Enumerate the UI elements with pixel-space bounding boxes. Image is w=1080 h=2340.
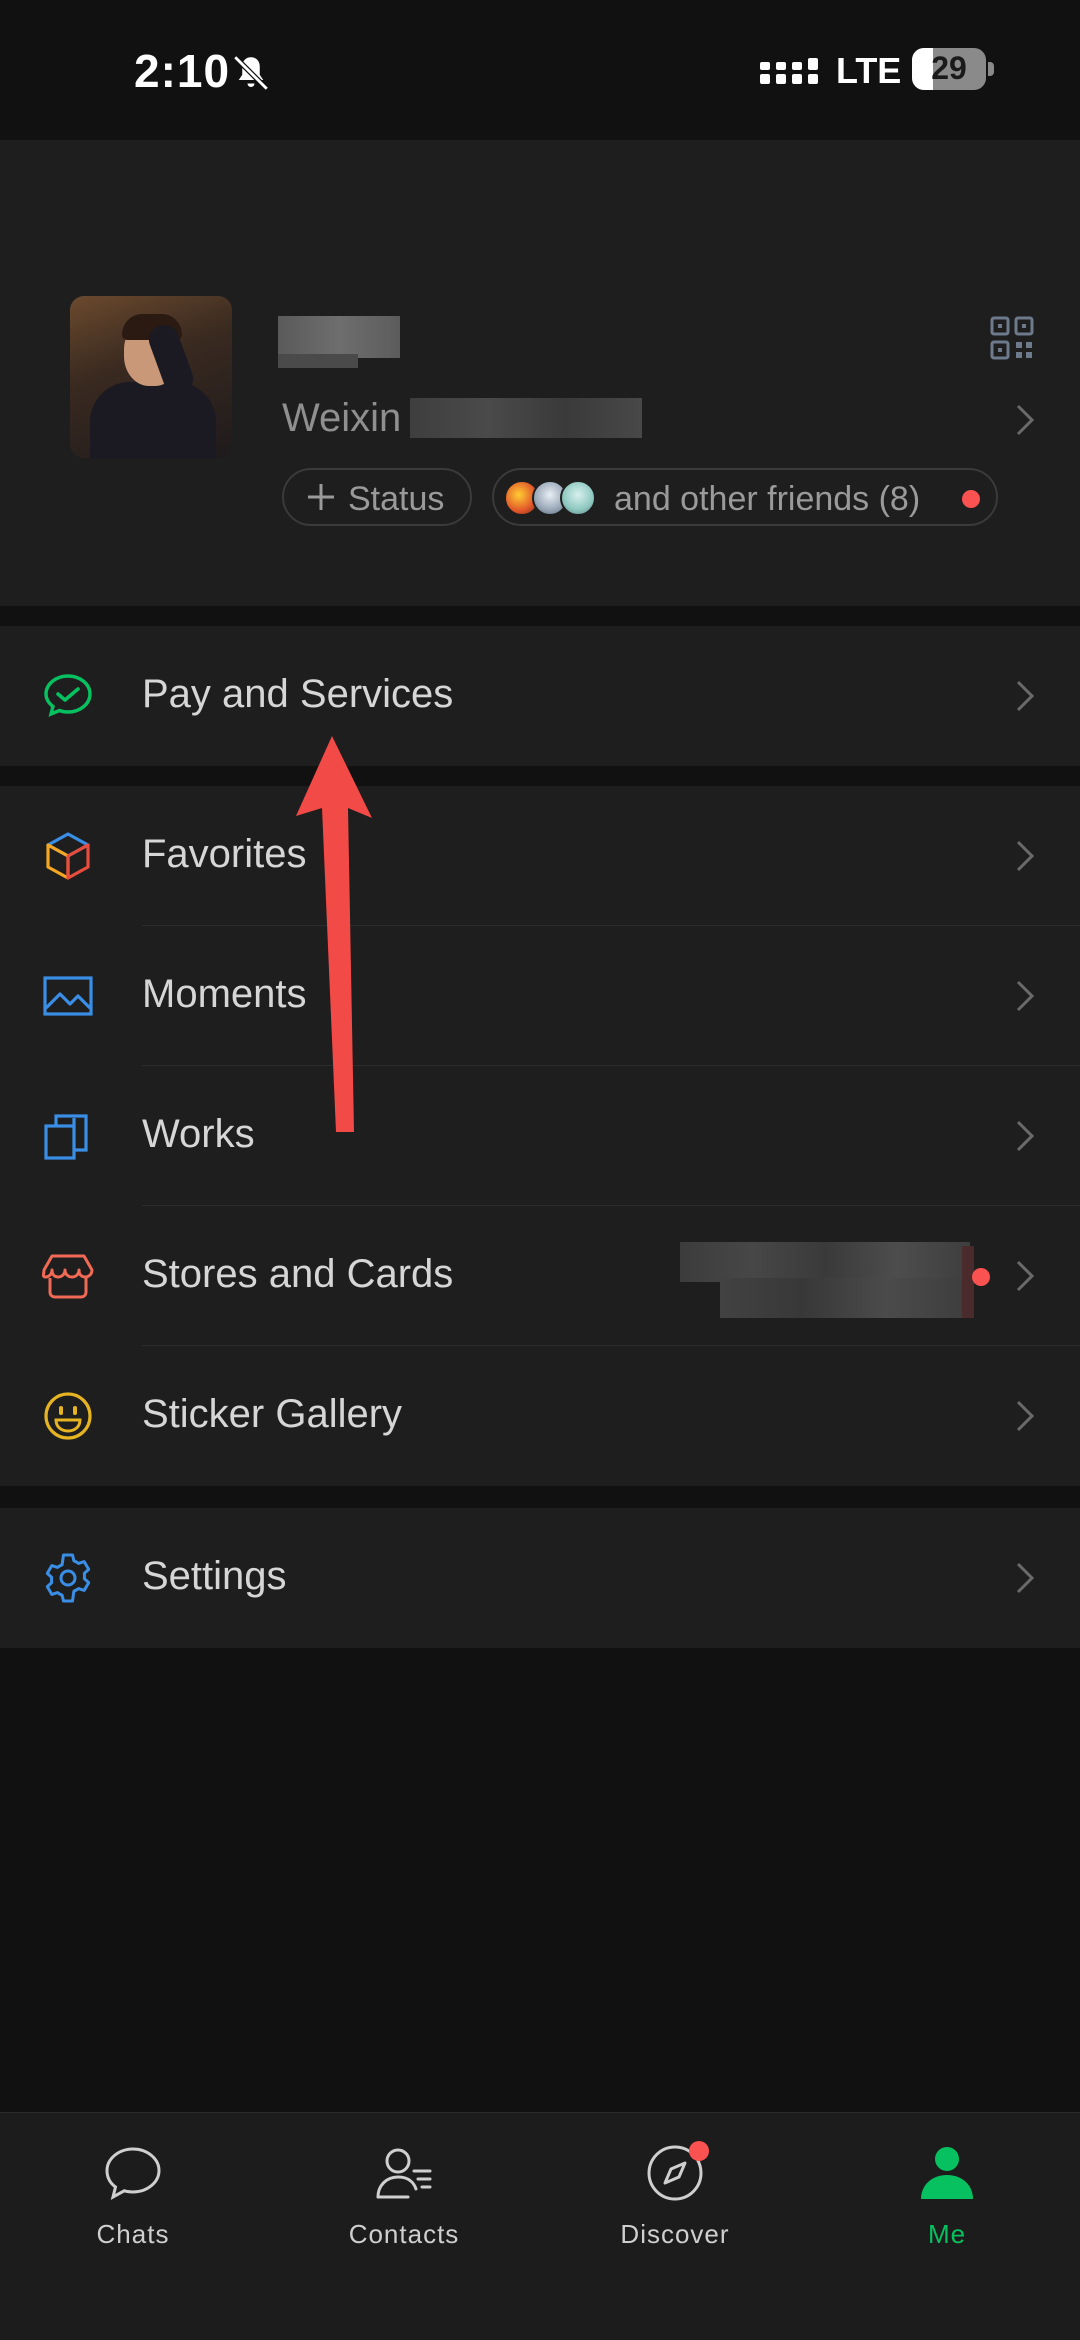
tab-discover[interactable]: Discover [575, 2141, 775, 2263]
tab-label: Me [927, 2219, 967, 2249]
chevron-right-icon [1016, 1562, 1035, 1594]
plus-icon [308, 484, 334, 510]
moments-image-icon [43, 976, 93, 1016]
pay-icon [44, 674, 92, 717]
menu-item-pay[interactable]: Pay and Services [0, 626, 1080, 766]
chat-bubble-icon [105, 2147, 161, 2200]
tab-contacts[interactable]: Contacts [304, 2143, 504, 2263]
battery-percent: 29 [931, 50, 967, 86]
stores-redacted-info [680, 1242, 970, 1282]
works-icon [44, 1114, 88, 1160]
pay-section: Pay and Services [0, 626, 1080, 766]
menu-item-works[interactable]: Works [0, 1066, 1080, 1206]
friends-status-button[interactable]: and other friends (8) [492, 468, 998, 526]
person-icon [921, 2147, 973, 2199]
stores-icon [42, 1254, 94, 1299]
chevron-right-icon [1016, 680, 1035, 712]
menu-item-stickers[interactable]: Sticker Gallery [0, 1346, 1080, 1486]
menu-item-label: Settings [142, 1554, 287, 1598]
battery-icon: 29 [912, 48, 986, 90]
unread-dot [689, 2141, 709, 2161]
main-menu-section: Favorites Moments Works Stores and Cards… [0, 786, 1080, 1486]
settings-gear-icon [45, 1553, 91, 1603]
menu-item-moments[interactable]: Moments [0, 926, 1080, 1066]
qr-code-icon[interactable] [990, 316, 1034, 360]
avatar-figure-body [90, 382, 216, 458]
status-time: 2:10 [134, 45, 231, 97]
tab-chats[interactable]: Chats [33, 2143, 233, 2263]
menu-item-settings[interactable]: Settings [0, 1508, 1080, 1648]
menu-item-label: Sticker Gallery [142, 1392, 403, 1436]
profile-card[interactable]: Weixin Status and other friends (8) [0, 140, 1080, 606]
status-bar: 2:10 LTE 29 [0, 0, 1080, 140]
profile-name-redacted-shadow [278, 354, 358, 368]
menu-item-favorites[interactable]: Favorites [0, 786, 1080, 926]
settings-section: Settings [0, 1508, 1080, 1648]
battery-tip [988, 62, 994, 76]
bottom-tab-bar: Chats Contacts Discover Me [0, 2112, 1080, 2340]
add-status-button[interactable]: Status [282, 468, 472, 526]
chevron-right-icon [1016, 1120, 1035, 1152]
contacts-icon [376, 2148, 432, 2199]
chevron-right-icon [1016, 404, 1035, 436]
tab-label: Chats [96, 2219, 170, 2249]
tab-label: Discover [620, 2219, 730, 2249]
avatar[interactable] [70, 296, 232, 458]
menu-item-label: Works [142, 1112, 255, 1156]
chevron-right-icon [1016, 1260, 1035, 1292]
chevron-right-icon [1016, 1400, 1035, 1432]
unread-dot [962, 490, 980, 508]
favorites-cube-icon [46, 832, 90, 880]
sticker-smile-icon [44, 1392, 92, 1440]
mute-bell-icon [233, 55, 269, 91]
friends-status-label: and other friends (8) [614, 480, 921, 518]
stores-redacted-info [720, 1278, 970, 1318]
tab-label: Contacts [348, 2219, 460, 2249]
status-button-label: Status [348, 480, 445, 518]
menu-item-label: Favorites [142, 832, 307, 876]
tab-me[interactable]: Me [847, 2143, 1047, 2263]
menu-item-label: Pay and Services [142, 672, 454, 716]
network-type: LTE [836, 50, 902, 91]
stores-redacted-edge [962, 1246, 974, 1318]
menu-item-stores[interactable]: Stores and Cards [0, 1206, 1080, 1346]
unread-dot [972, 1268, 990, 1286]
menu-item-label: Stores and Cards [142, 1252, 454, 1296]
chevron-right-icon [1016, 980, 1035, 1012]
menu-item-label: Moments [142, 972, 307, 1016]
weixin-id-redacted [410, 398, 642, 438]
weixin-id-label: Weixin [282, 396, 402, 440]
chevron-right-icon [1016, 840, 1035, 872]
signal-icon [760, 58, 818, 84]
friend-avatar [560, 480, 596, 516]
wechat-me-screen: 2:10 LTE 29 Weixin Status and other frie… [0, 0, 1080, 2340]
profile-name-redacted [278, 316, 400, 358]
